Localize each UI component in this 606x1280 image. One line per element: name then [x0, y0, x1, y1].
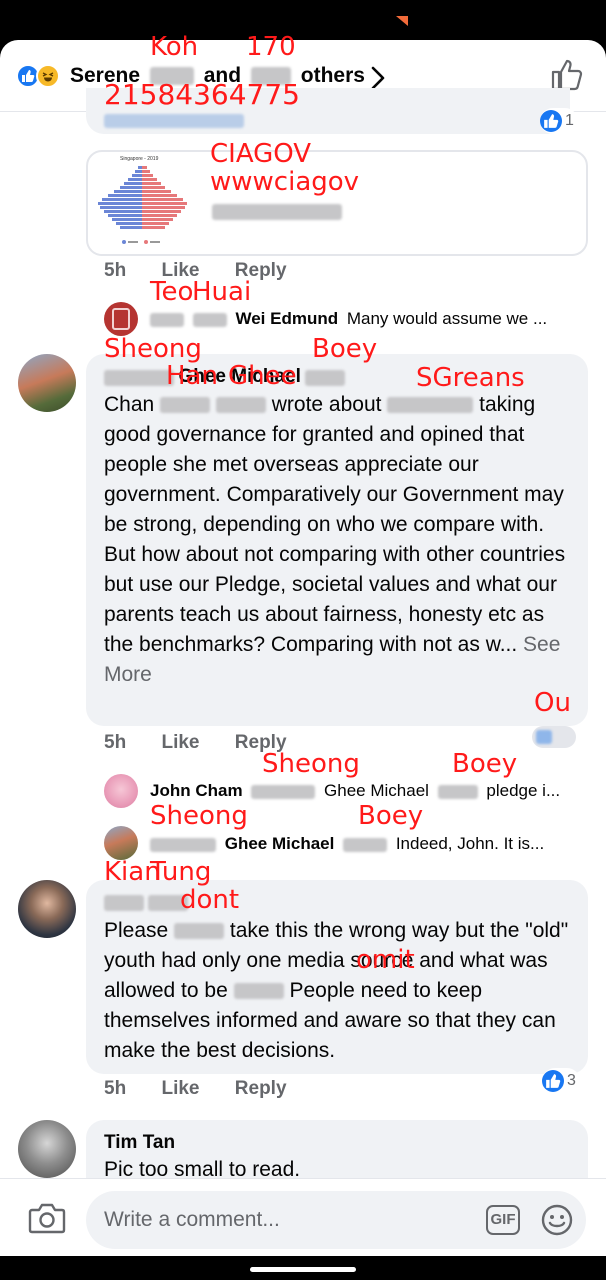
status-bar [0, 0, 606, 40]
reply1-avatar[interactable] [104, 302, 138, 336]
reply2-author[interactable]: John Cham [150, 781, 243, 800]
redacted-preview-domain [212, 204, 342, 220]
reaction-icons [16, 64, 66, 90]
comment2-avatar[interactable] [18, 354, 76, 412]
gif-label: GIF [490, 1211, 516, 1228]
reply2-avatar[interactable] [104, 774, 138, 808]
redacted-name [160, 397, 211, 414]
comment1-time: 5h [104, 260, 127, 281]
comment3-avatar[interactable] [18, 880, 76, 938]
comment2-time: 5h [104, 732, 127, 753]
overlay-text: SGreans [416, 363, 525, 393]
population-pyramid-thumbnail: Singapore - 2019 [92, 156, 192, 254]
overlay-text: Sheong [262, 749, 360, 779]
redacted-word [174, 923, 225, 940]
emoji-icon[interactable] [540, 1203, 574, 1242]
others-text: others [300, 64, 365, 87]
reaction-count-value: 3 [567, 1072, 576, 1089]
reply1-row[interactable]: Wei Edmund Many would assume we ... [150, 309, 547, 329]
comments-sheet: Serene and others 1 Singapore - 2019 5h … [0, 40, 606, 1256]
overlay-text: Boey [312, 334, 378, 364]
comment2-text-body: taking good governance for granted and o… [104, 393, 566, 656]
redacted-name [251, 784, 316, 799]
reply3-avatar[interactable] [104, 826, 138, 860]
reaction-count-value: 1 [565, 112, 574, 129]
comment2-actions: 5h Like Reply [104, 732, 287, 754]
overlay-text: Boey [358, 801, 424, 831]
overlay-text: Sheong [150, 801, 248, 831]
reply3-text: Indeed, John. It is... [395, 834, 545, 853]
reply2-row[interactable]: John Cham Ghee Michael pledge i... [150, 781, 560, 801]
overlay-text: 21584364775 [104, 78, 300, 111]
redacted-reaction [536, 730, 552, 744]
comment4-avatar[interactable] [18, 1120, 76, 1178]
overlay-text: dont [180, 885, 240, 915]
reply2-mention[interactable]: Ghee Michael [324, 781, 429, 800]
comment3-text: Please take this the wrong way but the "… [104, 916, 574, 1066]
overlay-text: Koh [150, 32, 199, 62]
notification-mark [396, 16, 408, 26]
comment-input-placeholder: Write a comment... [104, 1208, 280, 1231]
comment3-text-start: Please [104, 919, 169, 942]
comment2-like-button[interactable]: Like [161, 732, 199, 753]
comment3-time: 5h [104, 1078, 127, 1099]
redacted-word [233, 983, 284, 1000]
redacted-name [305, 369, 346, 386]
overlay-text: Tung [150, 857, 212, 887]
overlay-text: Boey [452, 749, 518, 779]
comment3-actions: 5h Like Reply [104, 1078, 287, 1100]
overlay-text: CIAGOV [210, 139, 312, 169]
overlay-text: omit [356, 945, 415, 975]
comment-composer: Write a comment... GIF [0, 1178, 606, 1256]
comment2-text-mid: wrote about [271, 393, 382, 416]
comment3-reaction-count[interactable]: 3 [542, 1068, 580, 1094]
comment4-author[interactable]: Tim Tan [104, 1132, 175, 1154]
overlay-text: Sheong [104, 334, 202, 364]
redacted-name [150, 312, 184, 327]
comment2-reaction-pill[interactable] [532, 726, 576, 748]
redacted-name [104, 894, 144, 911]
overlay-text: Ghee [228, 361, 297, 391]
reply3-author[interactable]: Ghee Michael [225, 834, 335, 853]
reply2-text: pledge i... [486, 781, 561, 800]
overlay-text: Huai [192, 277, 252, 307]
comment3-author[interactable] [104, 894, 189, 912]
redacted-link [104, 114, 244, 128]
redacted-name [150, 837, 216, 852]
overlay-text: 170 [246, 32, 296, 62]
redacted-name [437, 784, 478, 799]
camera-icon[interactable] [28, 1201, 66, 1240]
like-reaction-icon [540, 110, 562, 132]
comment2-text: Chan wrote about taking good governance … [104, 390, 574, 690]
like-reaction-icon [542, 1070, 564, 1092]
comment3-like-button[interactable]: Like [161, 1078, 199, 1099]
comment2-text-start: Chan [104, 393, 155, 416]
redacted-name [343, 837, 388, 852]
reply3-row[interactable]: Ghee Michael Indeed, John. It is... [150, 834, 544, 854]
overlay-text: Ou [534, 688, 571, 718]
redacted-name [387, 397, 474, 414]
haha-reaction-icon [36, 64, 60, 88]
overlay-text: wwwciagov [210, 167, 360, 197]
redacted-name [215, 397, 266, 414]
overlay-text: Teo [150, 277, 194, 307]
comment2-author[interactable]: Ghee Michael [104, 366, 346, 388]
redacted-name [192, 312, 227, 327]
overlay-text: Han [166, 361, 218, 391]
link-preview-card[interactable]: Singapore - 2019 [86, 150, 588, 256]
gif-icon[interactable]: GIF [486, 1205, 520, 1235]
comment3-reply-button[interactable]: Reply [235, 1078, 287, 1099]
home-indicator [250, 1267, 356, 1272]
redacted-name [104, 369, 174, 386]
reply1-author[interactable]: Wei Edmund [235, 309, 338, 328]
reply1-text: Many would assume we ... [346, 309, 548, 328]
reaction-count[interactable]: 1 [540, 108, 578, 134]
